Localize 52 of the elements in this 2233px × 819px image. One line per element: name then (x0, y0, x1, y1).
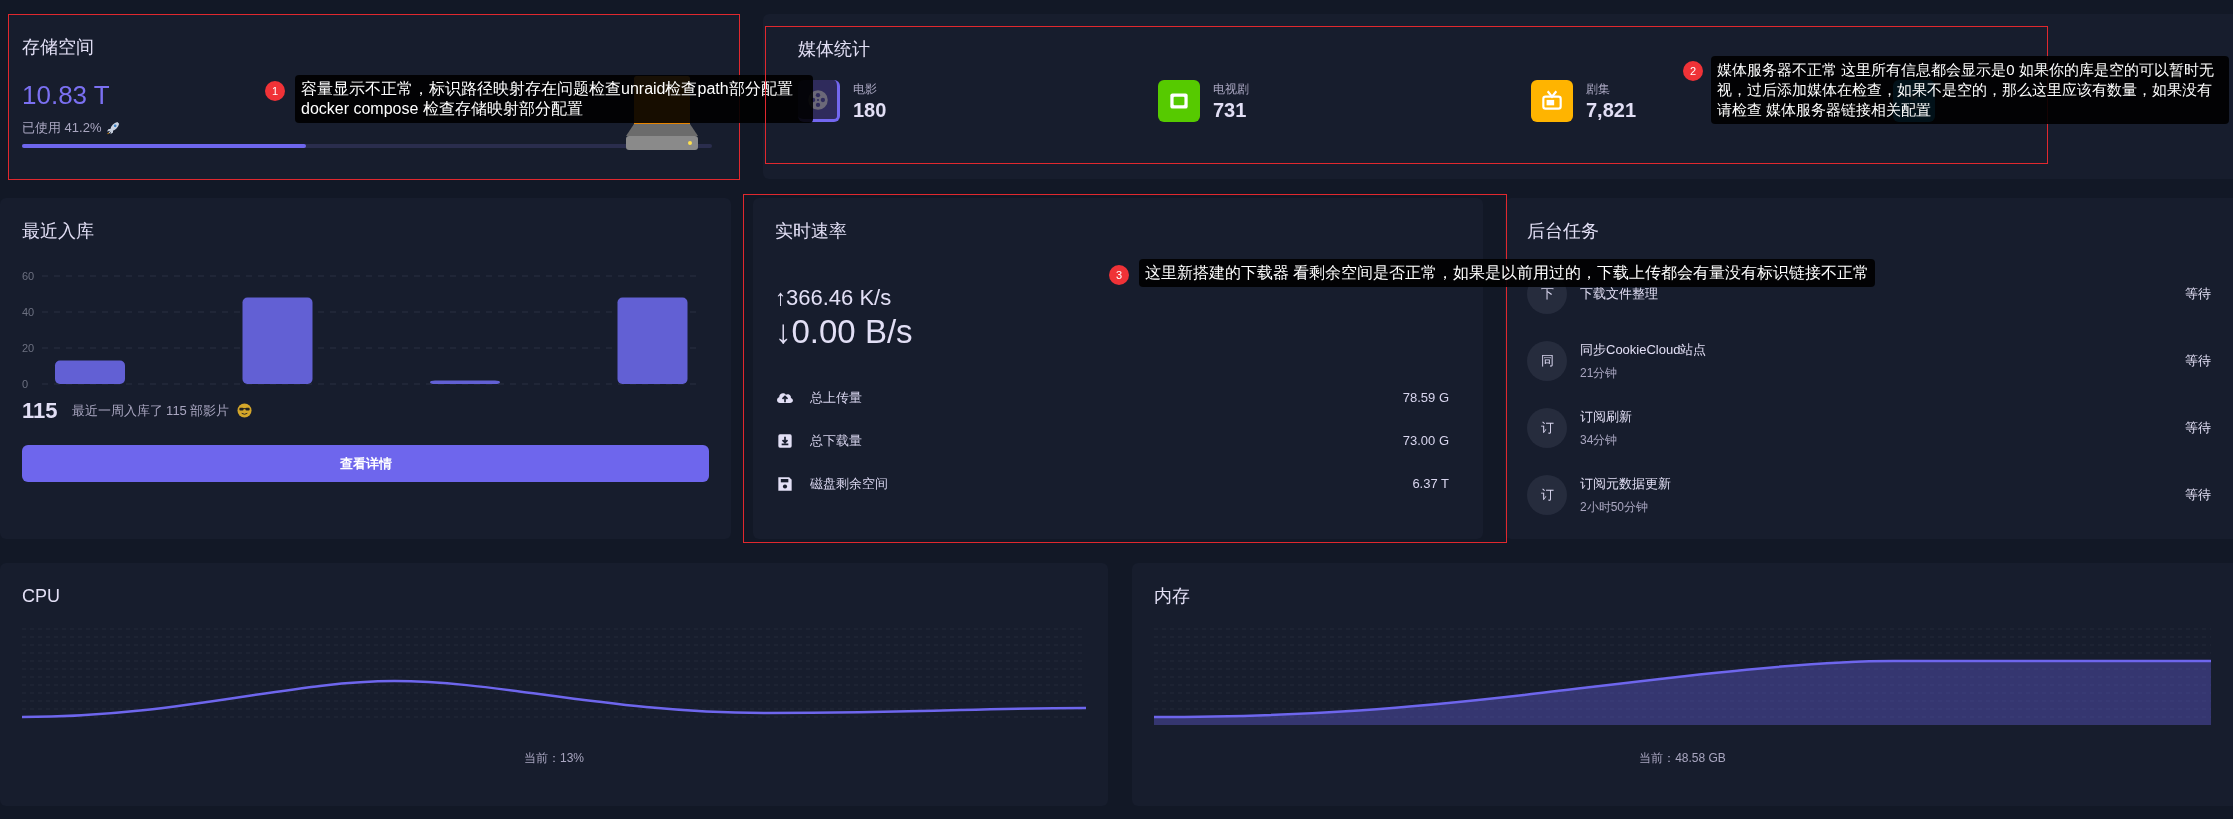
media-count: 731 (1213, 98, 1248, 122)
card-title: 实时速率 (775, 220, 848, 243)
annotation-note: 这里新搭建的下载器 看剩余空间是否正常，如果是以前用过的，下载上传都会有量没有标识链接不正常 (1139, 259, 1876, 287)
media-label: 电影 (853, 81, 878, 98)
stat-value: 73.00 G (1402, 431, 1449, 450)
annotation-note: 媒体服务器不正常 这里所有信息都会显示是0 如果你的库是空的可以暂时无视，过后添加媒体在检查，如果不是空的，那么这里应该有数量，如果没有请检查 媒体服务器链接相关配置 (1711, 56, 2229, 124)
task-avatar: 同 (1527, 341, 1567, 381)
task-name: 同步CookieCloud站点 (1580, 341, 1707, 360)
task-time: 2小时50分钟 (1580, 498, 1650, 516)
card-title: CPU (22, 585, 61, 608)
current-usage: 当前：48.58 GB (1638, 750, 1727, 767)
media-count: 7,821 (1586, 98, 1637, 122)
used-percentage: 已使用 41.2% (22, 119, 102, 137)
task-avatar: 订 (1527, 408, 1567, 448)
task-name: 订阅元数据更新 (1580, 475, 1671, 494)
recent-summary: 最近一周入库了 115 部影片 (71, 401, 230, 420)
media-label: 剧集 (1586, 81, 1611, 98)
card-title: 内存 (1154, 585, 1191, 608)
sunglasses-emoji-icon (237, 403, 253, 418)
axis-tick-label: 20 (22, 342, 35, 354)
stat-value: 6.37 T (1412, 474, 1449, 493)
stat-label: 总下载量 (810, 431, 862, 450)
bar (430, 380, 500, 384)
task-name: 订阅刷新 (1580, 408, 1632, 427)
task-status: 等待 (2185, 419, 2211, 438)
stat-label: 总上传量 (810, 388, 862, 407)
axis-tick-label: 60 (22, 272, 35, 282)
task-time: 34分钟 (1580, 431, 1619, 449)
stat-value: 78.59 G (1402, 388, 1449, 407)
details-button[interactable]: 查看详情 (22, 445, 709, 482)
task-time: 21分钟 (1580, 364, 1619, 382)
card-title: 最近入库 (22, 220, 95, 243)
media-label: 电视剧 (1213, 81, 1249, 98)
recent-count: 115 (22, 397, 58, 425)
task-status: 等待 (2185, 352, 2211, 371)
stat-label: 磁盘剩余空间 (810, 474, 888, 493)
rocket-icon (106, 120, 121, 135)
media-count: 180 (853, 98, 887, 122)
card-title: 媒体统计 (798, 38, 871, 61)
download-speed: ↓0.00 B/s (775, 312, 914, 352)
current-usage: 当前：13% (523, 750, 585, 767)
axis-tick-label: 40 (22, 306, 35, 318)
task-status: 等待 (2185, 486, 2211, 505)
card-title: 后台任务 (1527, 220, 1600, 243)
task-status: 等待 (2185, 285, 2211, 304)
bar (55, 360, 125, 384)
task-avatar: 订 (1527, 475, 1567, 515)
axis-tick-label: 0 (22, 378, 29, 388)
storage-total: 10.83 T (22, 79, 110, 112)
task-name: 下载文件整理 (1580, 285, 1658, 304)
card-title: 存储空间 (22, 36, 95, 59)
upload-speed: ↑366.46 K/s (775, 284, 893, 312)
